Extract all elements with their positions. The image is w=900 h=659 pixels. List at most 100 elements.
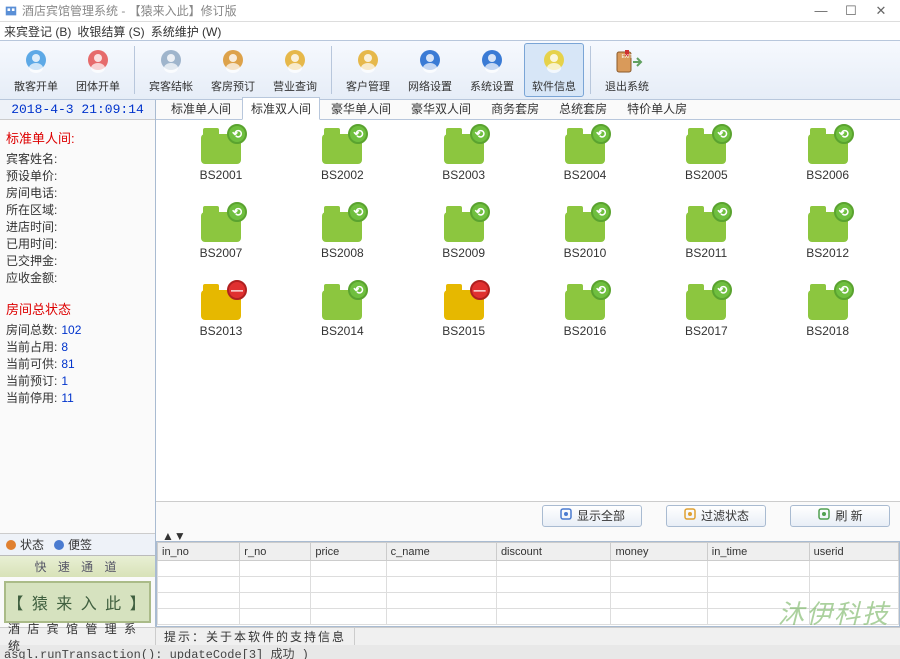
room-icon: ⟲ (199, 206, 243, 242)
guest-bill-label: 宾客结帐 (149, 78, 193, 94)
available-icon: ⟲ (591, 280, 611, 300)
guest-bill-button[interactable]: 宾客结帐 (141, 43, 201, 97)
room-item[interactable]: ⟲BS2011 (651, 206, 761, 276)
room-item[interactable]: ⟲BS2007 (166, 206, 276, 276)
column-header[interactable]: discount (496, 543, 611, 561)
room-type-tab-0[interactable]: 标准单人间 (162, 97, 240, 119)
quick-channel-button[interactable]: 【 猿 来 入 此 】 (4, 581, 151, 623)
table-cell (240, 561, 311, 577)
filter-status-icon (683, 507, 697, 524)
busy-icon: — (227, 280, 247, 300)
customer-mgmt-button[interactable]: 客户管理 (338, 43, 398, 97)
note-tab[interactable]: 便签 (52, 536, 92, 553)
room-icon: ⟲ (320, 206, 364, 242)
maximize-button[interactable]: ☐ (836, 1, 866, 21)
room-item[interactable]: ⟲BS2018 (773, 284, 883, 354)
room-item[interactable]: ⟲BS2003 (409, 128, 519, 198)
room-icon: ⟲ (199, 128, 243, 164)
refresh-button[interactable]: 刷 新 (790, 505, 890, 527)
menu-item-0[interactable]: 来宾登记 (B) (4, 23, 71, 40)
toolbar-group: 客户管理网络设置系统设置软件信息 (336, 43, 586, 97)
note-tab-label: 便签 (68, 536, 92, 553)
room-item[interactable]: ⟲BS2005 (651, 128, 761, 198)
table-row[interactable] (158, 577, 899, 593)
table-row[interactable] (158, 609, 899, 625)
room-icon: — (442, 284, 486, 320)
available-icon: ⟲ (348, 202, 368, 222)
single-open-button[interactable]: 散客开单 (6, 43, 66, 97)
room-type-tab-6[interactable]: 特价单人房 (618, 97, 696, 119)
room-type-tab-4[interactable]: 商务套房 (482, 97, 548, 119)
available-icon: ⟲ (591, 124, 611, 144)
summary-label: 当前预订: (6, 374, 57, 388)
table-row[interactable] (158, 593, 899, 609)
filter-status-button[interactable]: 过滤状态 (666, 505, 766, 527)
room-item[interactable]: ⟲BS2004 (530, 128, 640, 198)
toolbar: 散客开单团体开单宾客结帐客房预订营业查询客户管理网络设置系统设置软件信息EXIT… (0, 40, 900, 100)
room-item[interactable]: ⟲ BS2012 (773, 206, 883, 276)
close-button[interactable]: ✕ (866, 1, 896, 21)
summary-row: 当前可供:81 (6, 356, 149, 373)
room-item[interactable]: ⟲BS2008 (287, 206, 397, 276)
table-cell (809, 561, 898, 577)
guest-info-row: 预设单价: (6, 168, 149, 185)
room-type-tab-3[interactable]: 豪华双人间 (402, 97, 480, 119)
summary-label: 房间总数: (6, 323, 57, 337)
room-label: BS2012 (806, 246, 849, 260)
room-item[interactable]: ⟲BS2016 (530, 284, 640, 354)
biz-query-button[interactable]: 营业查询 (265, 43, 325, 97)
room-item[interactable]: ⟲BS2006 (773, 128, 883, 198)
titlebar: 酒店宾馆管理系统 - 【猿来入此】修订版 — ☐ ✕ (0, 0, 900, 22)
room-item[interactable]: ⟲BS2014 (287, 284, 397, 354)
customer-mgmt-label: 客户管理 (346, 78, 390, 94)
table-cell (611, 593, 707, 609)
exit-system-button[interactable]: EXIT退出系统 (597, 43, 657, 97)
column-header[interactable]: r_no (240, 543, 311, 561)
show-all-button[interactable]: 显示全部 (542, 505, 642, 527)
room-type-tab-2[interactable]: 豪华单人间 (322, 97, 400, 119)
room-label: BS2004 (564, 168, 607, 182)
room-item[interactable]: ⟲BS2009 (409, 206, 519, 276)
software-info-button[interactable]: 软件信息 (524, 43, 584, 97)
group-open-button[interactable]: 团体开单 (68, 43, 128, 97)
system-cfg-button[interactable]: 系统设置 (462, 43, 522, 97)
guest-info-row: 宾客姓名: (6, 151, 149, 168)
available-icon: ⟲ (591, 202, 611, 222)
group-open-label: 团体开单 (76, 78, 120, 94)
minimize-button[interactable]: — (806, 1, 836, 21)
column-header[interactable]: in_time (707, 543, 809, 561)
room-item[interactable]: ⟲BS2002 (287, 128, 397, 198)
column-header[interactable]: money (611, 543, 707, 561)
summary-row: 当前预订:1 (6, 373, 149, 390)
status-tab[interactable]: 状态 (4, 536, 44, 553)
available-icon: ⟲ (348, 124, 368, 144)
guest-info-row: 已用时间: (6, 236, 149, 253)
column-header[interactable]: c_name (386, 543, 496, 561)
room-icon: ⟲ (806, 206, 850, 242)
expand-handle[interactable]: ▲▼ (156, 529, 900, 541)
column-header[interactable]: in_no (158, 543, 240, 561)
room-item[interactable]: ⟲BS2001 (166, 128, 276, 198)
menu-item-1[interactable]: 收银结算 (S) (77, 23, 144, 40)
column-header[interactable]: price (311, 543, 386, 561)
room-type-tab-1[interactable]: 标准双人间 (242, 97, 320, 120)
network-cfg-button[interactable]: 网络设置 (400, 43, 460, 97)
table-cell (809, 609, 898, 625)
room-item[interactable]: ⟲BS2010 (530, 206, 640, 276)
menu-item-2[interactable]: 系统维护 (W) (151, 23, 222, 40)
room-type-tab-5[interactable]: 总统套房 (550, 97, 616, 119)
room-item[interactable]: —BS2013 (166, 284, 276, 354)
column-header[interactable]: userid (809, 543, 898, 561)
summary-label: 当前可供: (6, 357, 57, 371)
quick-channel-title: 快 速 通 道 (0, 555, 155, 577)
room-item[interactable]: —BS2015 (409, 284, 519, 354)
room-reserve-button[interactable]: 客房预订 (203, 43, 263, 97)
guest-info-row: 所在区域: (6, 202, 149, 219)
table-row[interactable] (158, 561, 899, 577)
room-icon: ⟲ (684, 206, 728, 242)
table-cell (311, 577, 386, 593)
room-item[interactable]: ⟲BS2017 (651, 284, 761, 354)
software-info-icon (537, 47, 571, 77)
guest-info-row: 已交押金: (6, 253, 149, 270)
table-cell (809, 593, 898, 609)
